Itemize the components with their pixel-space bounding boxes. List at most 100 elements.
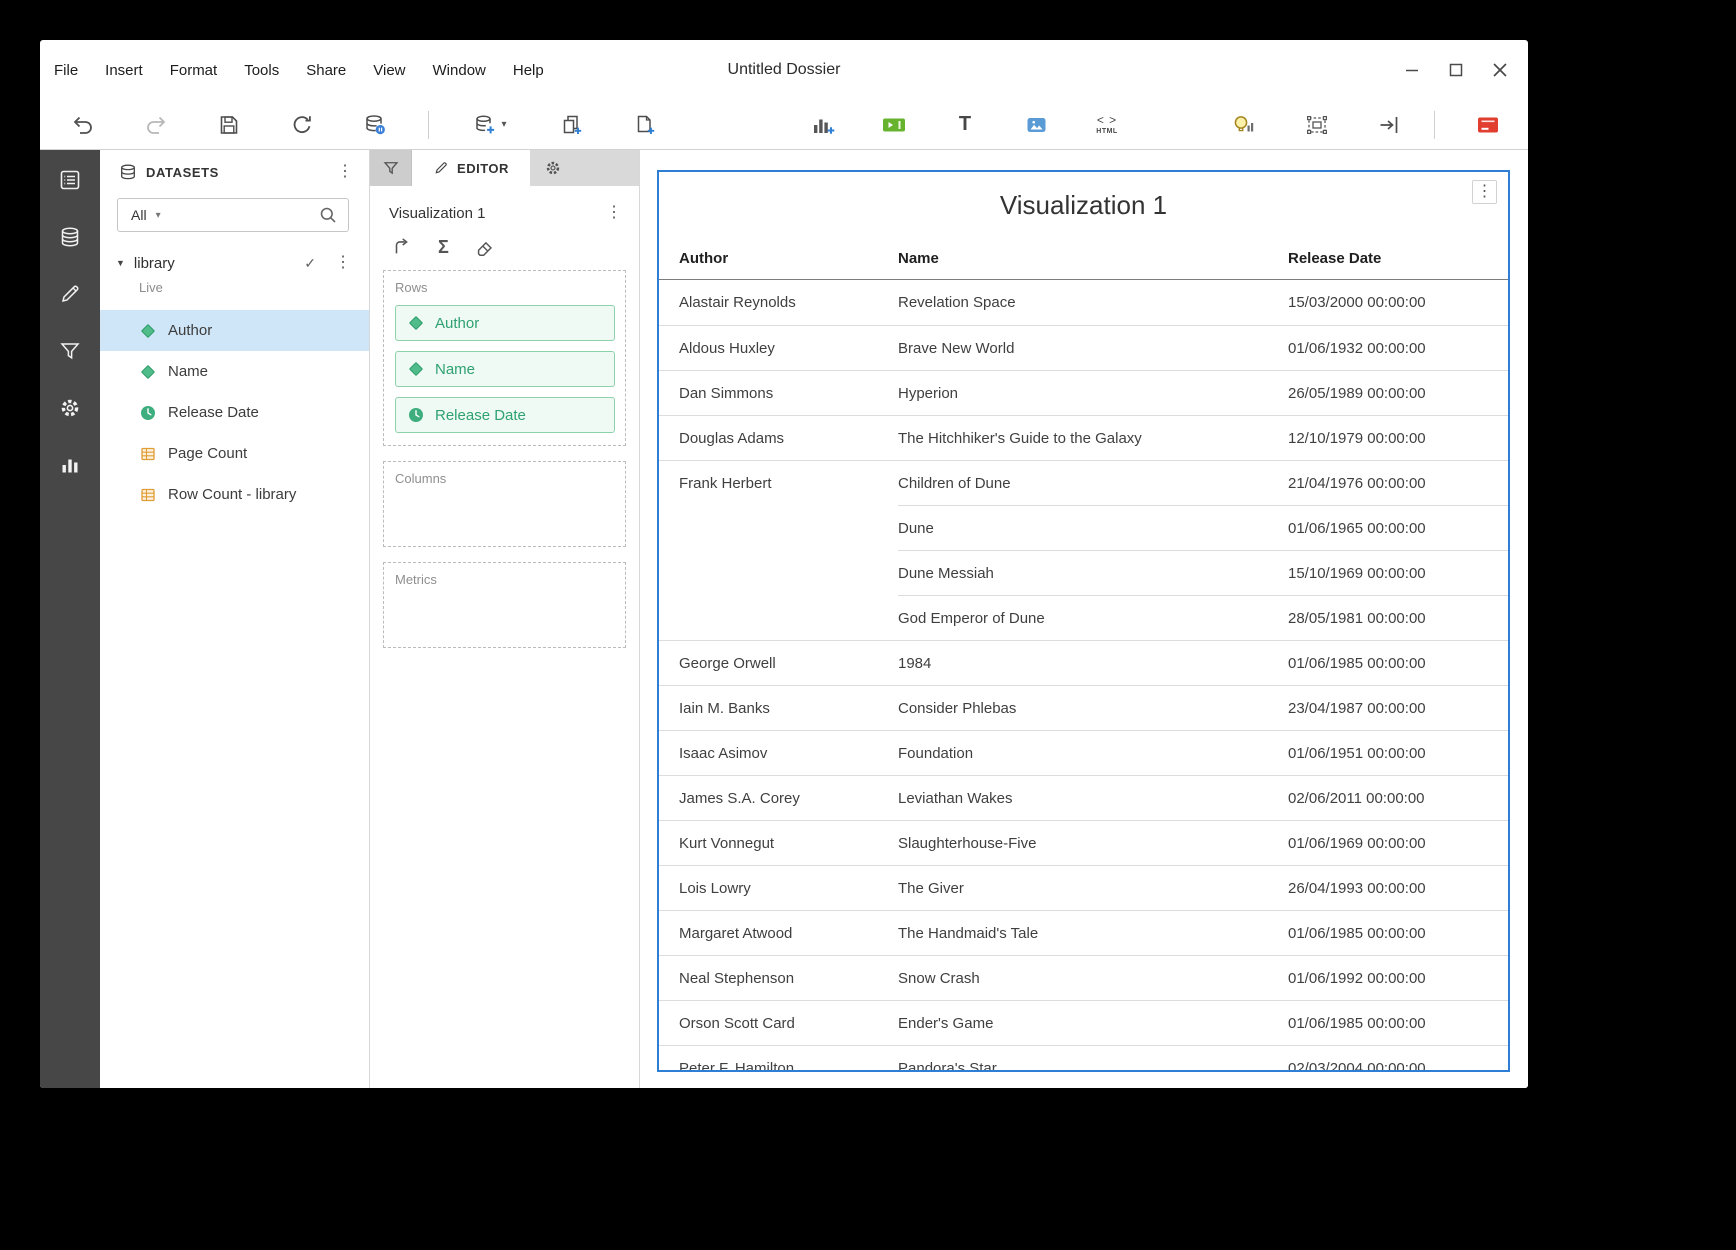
grid-row-3[interactable]: Dan SimmonsHyperion26/05/1989 00:00:00 bbox=[659, 370, 1508, 415]
date-cell[interactable]: 01/06/1985 00:00:00 bbox=[1288, 640, 1508, 685]
author-cell[interactable]: Kurt Vonnegut bbox=[659, 820, 898, 865]
maximize-button[interactable] bbox=[1434, 49, 1478, 91]
name-cell[interactable]: Slaughterhouse-Five bbox=[898, 820, 1288, 865]
grid-row-13[interactable]: Kurt VonnegutSlaughterhouse-Five01/06/19… bbox=[659, 820, 1508, 865]
column-header-release-date[interactable]: Release Date bbox=[1288, 238, 1508, 279]
dataset-field-row-count-library[interactable]: Row Count - library bbox=[100, 474, 369, 515]
add-page-button[interactable] bbox=[625, 105, 665, 145]
grid-row-17[interactable]: Orson Scott CardEnder's Game01/06/1985 0… bbox=[659, 1000, 1508, 1045]
name-cell[interactable]: God Emperor of Dune bbox=[898, 595, 1288, 640]
grid-row-18[interactable]: Peter F. HamiltonPandora's Star02/03/200… bbox=[659, 1045, 1508, 1072]
duplicate-page-button[interactable] bbox=[552, 105, 592, 145]
date-cell[interactable]: 12/10/1979 00:00:00 bbox=[1288, 415, 1508, 460]
name-cell[interactable]: Dune Messiah bbox=[898, 550, 1288, 595]
author-cell[interactable]: Orson Scott Card bbox=[659, 1000, 898, 1045]
name-cell[interactable]: Brave New World bbox=[898, 325, 1288, 370]
grid-row-4[interactable]: Douglas AdamsThe Hitchhiker's Guide to t… bbox=[659, 415, 1508, 460]
dataset-search-box[interactable]: All ▾ bbox=[117, 198, 349, 232]
author-cell[interactable] bbox=[659, 595, 898, 640]
sigma-button[interactable]: Σ bbox=[438, 238, 449, 256]
rows-chip-release-date[interactable]: Release Date bbox=[395, 397, 615, 433]
rows-drop-zone[interactable]: Rows AuthorNameRelease Date bbox=[383, 270, 626, 446]
rail-settings-button[interactable] bbox=[52, 390, 88, 426]
visualization-container[interactable]: ⋮ Visualization 1 AuthorNameRelease Date… bbox=[657, 170, 1510, 1072]
author-cell[interactable]: Alastair Reynolds bbox=[659, 280, 898, 325]
grid-row-6[interactable]: Dune01/06/1965 00:00:00 bbox=[659, 505, 1508, 550]
undo-button[interactable] bbox=[63, 105, 103, 145]
grid-row-1[interactable]: Alastair ReynoldsRevelation Space15/03/2… bbox=[659, 280, 1508, 325]
add-data-chevron-icon[interactable]: ▾ bbox=[501, 119, 506, 130]
pivot-button[interactable] bbox=[391, 236, 413, 258]
date-cell[interactable]: 01/06/1951 00:00:00 bbox=[1288, 730, 1508, 775]
visualization-menu-button[interactable]: ⋮ bbox=[1472, 180, 1497, 204]
eraser-button[interactable] bbox=[474, 236, 496, 258]
date-cell[interactable]: 01/06/1932 00:00:00 bbox=[1288, 325, 1508, 370]
menu-file[interactable]: File bbox=[54, 62, 78, 79]
author-cell[interactable] bbox=[659, 550, 898, 595]
menu-window[interactable]: Window bbox=[433, 62, 486, 79]
grid-row-7[interactable]: Dune Messiah15/10/1969 00:00:00 bbox=[659, 550, 1508, 595]
date-cell[interactable]: 01/06/1992 00:00:00 bbox=[1288, 955, 1508, 1000]
date-cell[interactable]: 28/05/1981 00:00:00 bbox=[1288, 595, 1508, 640]
name-cell[interactable]: Children of Dune bbox=[898, 460, 1288, 505]
dataset-field-release-date[interactable]: Release Date bbox=[100, 392, 369, 433]
author-cell[interactable]: Iain M. Banks bbox=[659, 685, 898, 730]
redo-button[interactable] bbox=[136, 105, 176, 145]
name-cell[interactable]: Snow Crash bbox=[898, 955, 1288, 1000]
refresh-button[interactable] bbox=[282, 105, 322, 145]
save-button[interactable] bbox=[209, 105, 249, 145]
grid-row-10[interactable]: Iain M. BanksConsider Phlebas23/04/1987 … bbox=[659, 685, 1508, 730]
insert-image-button[interactable] bbox=[1016, 105, 1056, 145]
name-cell[interactable]: Revelation Space bbox=[898, 280, 1288, 325]
name-cell[interactable]: Ender's Game bbox=[898, 1000, 1288, 1045]
rows-chip-name[interactable]: Name bbox=[395, 351, 615, 387]
dataset-row-library[interactable]: ▼ library ✓ ⋮ bbox=[100, 246, 369, 280]
insert-text-button[interactable]: T bbox=[945, 105, 985, 145]
grid-row-2[interactable]: Aldous HuxleyBrave New World01/06/1932 0… bbox=[659, 325, 1508, 370]
close-button[interactable] bbox=[1478, 49, 1522, 91]
author-cell[interactable]: George Orwell bbox=[659, 640, 898, 685]
author-cell[interactable]: Margaret Atwood bbox=[659, 910, 898, 955]
grid-row-12[interactable]: James S.A. CoreyLeviathan Wakes02/06/201… bbox=[659, 775, 1508, 820]
author-cell[interactable]: Isaac Asimov bbox=[659, 730, 898, 775]
date-cell[interactable]: 21/04/1976 00:00:00 bbox=[1288, 460, 1508, 505]
add-data-button[interactable]: ▾ bbox=[461, 105, 519, 145]
author-cell[interactable]: Douglas Adams bbox=[659, 415, 898, 460]
column-header-name[interactable]: Name bbox=[898, 238, 1288, 279]
dataset-filter-selected[interactable]: All bbox=[131, 207, 147, 223]
rail-contents-button[interactable] bbox=[52, 162, 88, 198]
menu-tools[interactable]: Tools bbox=[244, 62, 279, 79]
grid-row-5[interactable]: Frank HerbertChildren of Dune21/04/1976 … bbox=[659, 460, 1508, 505]
rail-visualizations-button[interactable] bbox=[52, 447, 88, 483]
menu-share[interactable]: Share bbox=[306, 62, 346, 79]
name-cell[interactable]: The Giver bbox=[898, 865, 1288, 910]
menu-insert[interactable]: Insert bbox=[105, 62, 143, 79]
name-cell[interactable]: The Hitchhiker's Guide to the Galaxy bbox=[898, 415, 1288, 460]
metrics-drop-zone[interactable]: Metrics bbox=[383, 562, 626, 648]
rail-filter-button[interactable] bbox=[52, 333, 88, 369]
rail-format-button[interactable] bbox=[52, 276, 88, 312]
tab-editor[interactable]: EDITOR bbox=[412, 150, 530, 186]
date-cell[interactable]: 15/03/2000 00:00:00 bbox=[1288, 280, 1508, 325]
name-cell[interactable]: Consider Phlebas bbox=[898, 685, 1288, 730]
menu-format[interactable]: Format bbox=[170, 62, 218, 79]
author-cell[interactable]: Dan Simmons bbox=[659, 370, 898, 415]
insert-filter-button[interactable] bbox=[874, 105, 914, 145]
search-icon[interactable] bbox=[318, 205, 338, 225]
date-cell[interactable]: 01/06/1985 00:00:00 bbox=[1288, 1000, 1508, 1045]
collapse-panels-button[interactable] bbox=[1370, 105, 1410, 145]
date-cell[interactable]: 01/06/1965 00:00:00 bbox=[1288, 505, 1508, 550]
grid-row-15[interactable]: Margaret AtwoodThe Handmaid's Tale01/06/… bbox=[659, 910, 1508, 955]
author-cell[interactable]: Aldous Huxley bbox=[659, 325, 898, 370]
insights-button[interactable] bbox=[1224, 105, 1264, 145]
present-button[interactable] bbox=[1468, 105, 1508, 145]
tab-properties[interactable] bbox=[530, 150, 576, 186]
dataset-field-author[interactable]: Author bbox=[100, 310, 369, 351]
name-cell[interactable]: Leviathan Wakes bbox=[898, 775, 1288, 820]
editor-visualization-menu-button[interactable]: ⋮ bbox=[604, 205, 624, 221]
menu-help[interactable]: Help bbox=[513, 62, 544, 79]
rail-datasets-button[interactable] bbox=[52, 219, 88, 255]
insert-visualization-button[interactable] bbox=[803, 105, 843, 145]
name-cell[interactable]: Hyperion bbox=[898, 370, 1288, 415]
datasets-panel-menu-button[interactable]: ⋮ bbox=[335, 164, 355, 180]
